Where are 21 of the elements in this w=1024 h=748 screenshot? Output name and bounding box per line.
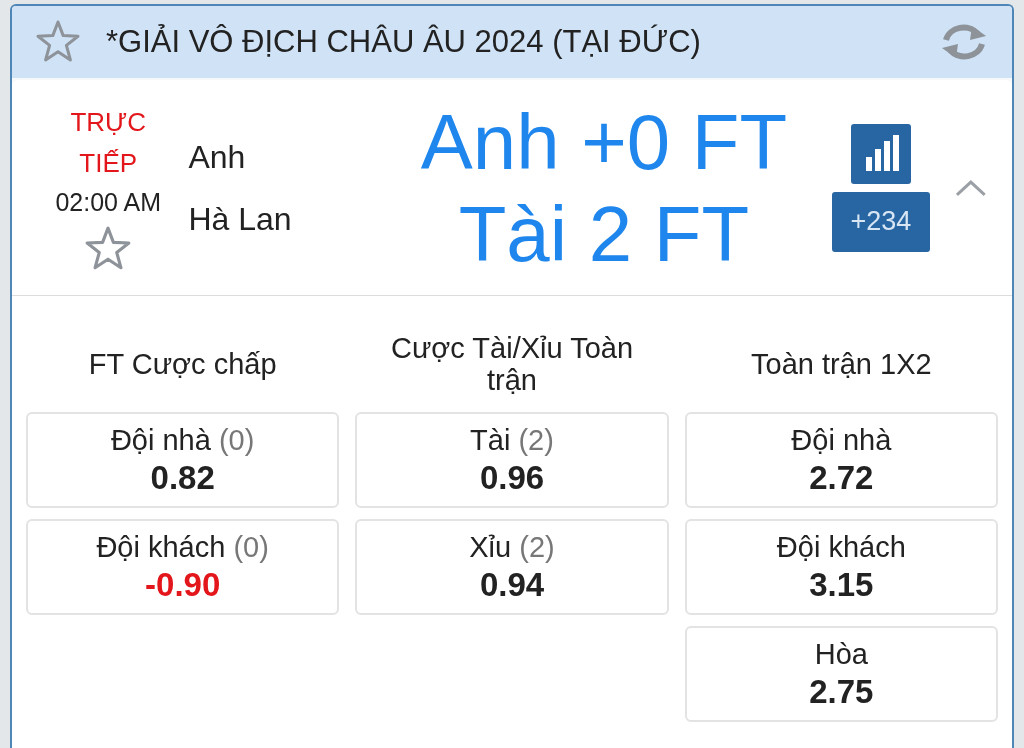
odds-button[interactable]: Đội nhà 2.72 [684,412,998,508]
odds-button[interactable]: Tài (2) 0.96 [355,412,669,508]
headline-text: Tài 2 FT [458,188,750,280]
odds-button[interactable]: Đội nhà (0) 0.82 [26,412,340,508]
odds-button[interactable]: Hòa 2.75 [684,626,998,722]
league-title: *GIẢI VÔ ĐỊCH CHÂU ÂU 2024 (TẠI ĐỨC) [106,22,702,61]
market-title: Cược Tài/Xỉu Toàn trận [389,332,635,396]
stats-icon[interactable] [850,123,911,184]
market-title: FT Cược chấp [88,348,277,380]
headline-text: Anh +0 FT [420,96,788,188]
collapse-icon[interactable] [954,177,988,198]
away-team: Hà Lan [188,199,293,239]
market-title: Toàn trận 1X2 [751,348,932,380]
home-team: Anh [188,137,247,177]
odds-button[interactable]: Đội khách (0) -0.90 [26,519,340,615]
live-label: TRỰC TIẾP [69,105,148,180]
odds-button[interactable]: Xỉu (2) 0.94 [355,519,669,615]
odds-button[interactable]: Đội khách 3.15 [684,519,998,615]
match-time: 02:00 AM [55,186,162,218]
star-icon[interactable] [34,19,82,65]
more-markets-button[interactable]: +234 [831,191,930,252]
